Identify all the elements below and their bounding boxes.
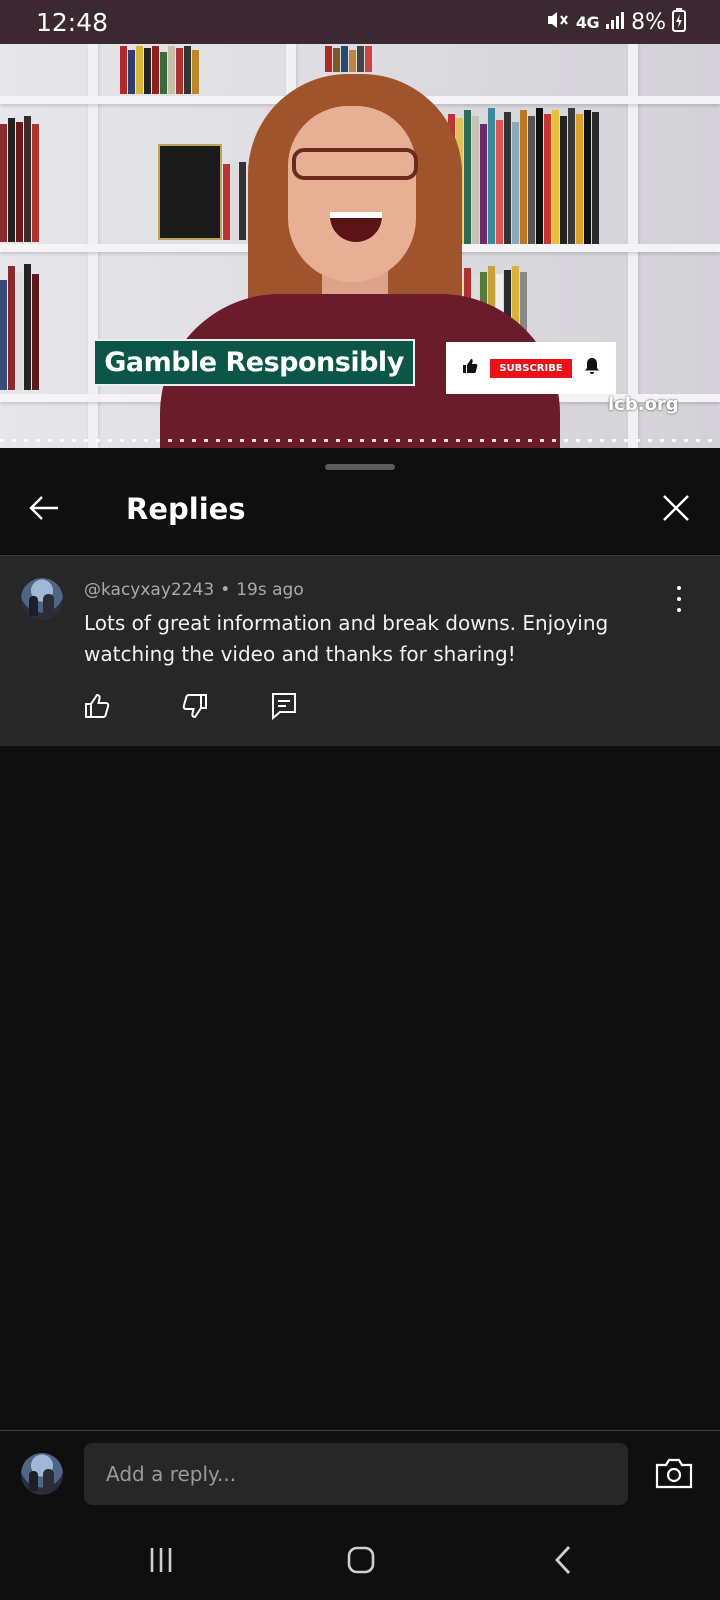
system-nav-bar [0,1520,720,1600]
status-time: 12:48 [36,8,109,37]
avatar[interactable] [21,578,63,620]
replies-sheet: Replies @kacyxay2243 • 19s ago Lots of g… [0,448,720,1600]
more-vertical-icon [677,586,681,590]
recents-button[interactable] [131,1538,191,1582]
book-row [0,114,39,242]
back-icon [555,1546,571,1574]
home-button[interactable] [331,1538,391,1582]
page-title: Replies [126,492,246,526]
status-bar: 12:48 4G 8% [0,0,720,44]
thumbs-up-icon [461,357,479,379]
like-icon [85,693,110,718]
subscribe-overlay: SUBSCRIBE [446,342,616,394]
replies-header: Replies [0,470,720,546]
more-options-button[interactable] [668,584,690,614]
camera-button[interactable] [654,1455,694,1491]
status-indicators: 4G 8% [546,8,686,36]
reply-button[interactable] [268,690,300,722]
comment-time: 19s ago [236,580,304,600]
camera-icon [655,1458,693,1489]
signal-icon [605,10,625,34]
avatar [21,1453,63,1495]
comment-item: @kacyxay2243 • 19s ago Lots of great inf… [0,556,720,746]
arrow-left-icon [29,496,58,520]
book-row [158,144,246,240]
gamble-banner-text: Gamble Responsibly [104,347,404,378]
mute-icon [546,9,570,35]
presenter-face [288,106,416,282]
comment-author[interactable]: @kacyxay2243 [84,580,214,600]
recents-icon [150,1548,172,1572]
video-player[interactable]: Gamble Responsibly SUBSCRIBE lcb.org [0,44,720,448]
comment-meta: @kacyxay2243 • 19s ago [84,580,304,600]
reply-icon [272,693,296,720]
book-row [325,46,372,72]
dislike-icon [182,694,207,719]
gamble-banner: Gamble Responsibly [93,339,415,386]
battery-charging-icon [672,8,686,36]
video-watermark: lcb.org [608,394,679,415]
book-row [0,258,39,390]
book-row [440,104,599,244]
home-icon [347,1546,375,1574]
presenter-glasses [292,148,418,180]
bell-icon [583,357,601,379]
dislike-button[interactable] [179,690,211,722]
book-row [120,46,199,94]
reply-input[interactable] [84,1443,628,1505]
video-progress-bar[interactable] [0,439,720,442]
like-button[interactable] [81,690,113,722]
comment-text: Lots of great information and break down… [84,611,609,666]
back-button[interactable] [22,486,66,530]
close-icon [663,495,689,521]
battery-percent: 8% [631,9,666,35]
reply-bar [0,1431,720,1531]
subscribe-label: SUBSCRIBE [490,358,572,378]
system-back-button[interactable] [533,1538,593,1582]
network-type: 4G [575,12,600,32]
meta-separator: • [220,580,231,600]
close-button[interactable] [654,486,698,530]
